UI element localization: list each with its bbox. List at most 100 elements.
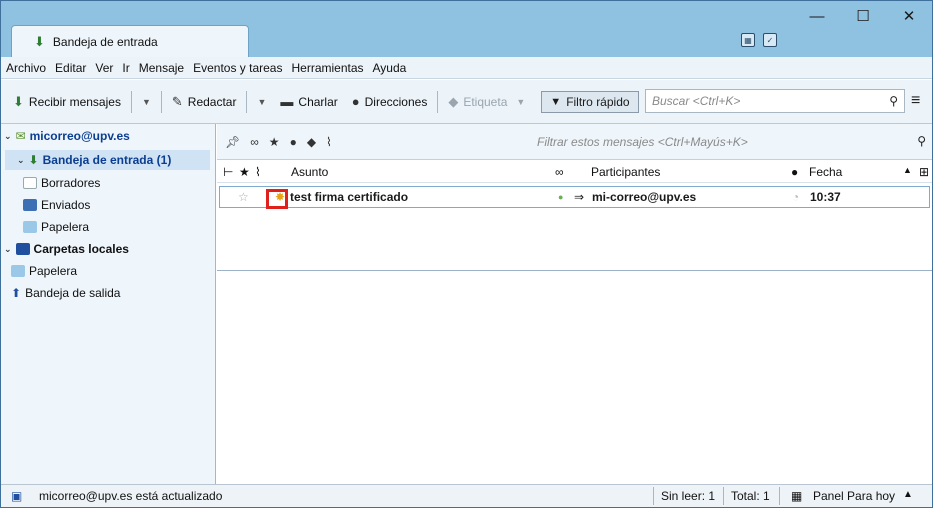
app-menu-icon[interactable]: ≡	[911, 92, 920, 110]
search-icon[interactable]: ⚲	[889, 94, 898, 108]
tasks-icon[interactable]: ✓	[763, 33, 777, 47]
message-date: 10:37	[810, 190, 841, 204]
message-participant: mi-correo@upv.es	[592, 190, 697, 204]
message-filter[interactable]: ⚲	[535, 131, 930, 153]
local-folders-label: Carpetas locales	[33, 242, 129, 256]
menu-mensaje[interactable]: Mensaje	[139, 61, 184, 75]
account-icon: ✉	[15, 129, 26, 143]
tab-title: Bandeja de entrada	[52, 35, 158, 49]
compose-dropdown[interactable]: ▼	[257, 97, 266, 107]
inbox-icon: ⬇	[28, 153, 39, 167]
status-bar: ▣ micorreo@upv.es está actualizado Sin l…	[1, 484, 932, 507]
inbox-icon: ⬇	[34, 34, 45, 49]
local-folders[interactable]: ⌄ Carpetas locales	[4, 242, 129, 256]
tag-icon: ◆	[448, 93, 459, 109]
chevron-up-icon[interactable]: ▲	[903, 489, 913, 500]
folder-outbox[interactable]: ⬆ Bandeja de salida	[11, 286, 120, 300]
unread-dot-icon[interactable]: ●	[558, 192, 563, 202]
get-messages-button[interactable]: ⬇ Recibir mensajes	[9, 91, 125, 113]
search-icon[interactable]: ⚲	[917, 134, 926, 148]
menu-editar[interactable]: Editar	[55, 61, 86, 75]
menu-ver[interactable]: Ver	[95, 61, 113, 75]
read-column-icon[interactable]: ∞	[555, 165, 564, 179]
main-toolbar: ⬇ Recibir mensajes ▼ ✎ Redactar ▼ ▬ Char…	[1, 80, 932, 124]
drafts-label: Borradores	[41, 176, 101, 190]
highlight-box	[266, 189, 288, 209]
address-book-button[interactable]: ● Direcciones	[348, 91, 432, 112]
account-micorreo[interactable]: ⌄ ✉ micorreo@upv.es	[4, 129, 130, 143]
tag-button[interactable]: ◆ Etiqueta ▼	[444, 91, 533, 113]
thunderbird-window: ⬇ Bandeja de entrada ▦ ✓ — ☐ ✕ Archivo E…	[0, 0, 933, 508]
tag-dropdown-icon: ▼	[516, 96, 526, 107]
folder-inbox[interactable]: ⌄ ⬇ Bandeja de entrada (1)	[5, 150, 210, 170]
get-messages-label: Recibir mensajes	[28, 94, 121, 109]
star-column-icon[interactable]: ★	[239, 165, 250, 179]
preview-splitter[interactable]	[217, 270, 932, 271]
thread-column-icon[interactable]: ⊢	[223, 165, 233, 179]
get-messages-dropdown[interactable]: ▼	[142, 97, 151, 107]
expand-icon[interactable]: ⌄	[17, 155, 25, 166]
search-input[interactable]	[652, 94, 904, 108]
menu-eventos[interactable]: Eventos y tareas	[193, 61, 282, 75]
unread-filter-icon[interactable]: ∞	[250, 135, 259, 149]
attachment-filter-icon[interactable]: ⌇	[326, 135, 332, 149]
today-pane-button[interactable]: Panel Para hoy	[813, 489, 895, 503]
sent-label: Enviados	[41, 198, 91, 212]
maximize-button[interactable]: ☐	[840, 1, 886, 31]
star-icon[interactable]: ☆	[238, 190, 249, 204]
close-button[interactable]: ✕	[886, 1, 932, 31]
contact-filter-icon[interactable]: ●	[290, 135, 297, 149]
account-label: micorreo@upv.es	[29, 129, 130, 143]
table-row[interactable]: ☆ ✸ test firma certificado ● ⇒ mi-correo…	[219, 186, 930, 208]
junk-status-icon[interactable]: ◔	[792, 190, 799, 204]
outbox-icon: ⬆	[11, 286, 22, 300]
compose-label: Redactar	[187, 94, 237, 109]
arrow-icon: ⇒	[574, 190, 585, 204]
message-subject: test firma certificado	[290, 190, 409, 204]
menu-ayuda[interactable]: Ayuda	[373, 61, 407, 75]
person-icon: ●	[351, 94, 360, 109]
compose-button[interactable]: ✎ Redactar	[168, 91, 241, 113]
calendar-icon[interactable]: ▦	[741, 33, 755, 47]
folder-sent[interactable]: Enviados	[23, 198, 90, 212]
menu-archivo[interactable]: Archivo	[6, 61, 46, 75]
global-search[interactable]: ⚲	[645, 89, 905, 113]
drafts-icon	[23, 177, 37, 189]
quick-filter-bar: 📌︎ ∞ ★ ● ◆ ⌇ ⚲	[217, 124, 932, 160]
computer-icon	[15, 243, 30, 255]
unread-count: Sin leer: 1	[661, 489, 716, 503]
menu-herramientas[interactable]: Herramientas	[291, 61, 363, 75]
menu-ir[interactable]: Ir	[122, 61, 129, 75]
minimize-button[interactable]: —	[794, 1, 840, 31]
tab-inbox[interactable]: ⬇ Bandeja de entrada	[11, 25, 249, 58]
column-participants[interactable]: Participantes	[591, 165, 660, 179]
filter-icon: ▼	[550, 95, 562, 108]
junk-column-icon[interactable]: ●	[791, 165, 798, 179]
quick-filter-label: Filtro rápido	[566, 94, 630, 109]
chat-button[interactable]: ▬ Charlar	[276, 91, 341, 112]
sort-ascending-icon[interactable]: ▲	[903, 165, 912, 175]
pencil-icon: ✎	[171, 93, 183, 109]
connection-icon: ▣	[11, 489, 23, 503]
menu-bar: Archivo Editar Ver Ir Mensaje Eventos y …	[1, 57, 932, 79]
calendar-icon: ▦	[791, 489, 803, 503]
folder-local-trash[interactable]: Papelera	[11, 264, 77, 278]
address-book-label: Direcciones	[364, 94, 428, 109]
attachment-column-icon[interactable]: ⌇	[255, 165, 261, 179]
star-filter-icon[interactable]: ★	[269, 135, 280, 149]
expand-icon[interactable]: ⌄	[4, 131, 12, 142]
folder-trash[interactable]: Papelera	[23, 220, 89, 234]
folder-drafts[interactable]: Borradores	[23, 176, 100, 190]
local-trash-label: Papelera	[29, 264, 78, 278]
trash-icon	[23, 221, 37, 233]
expand-icon[interactable]: ⌄	[4, 244, 12, 255]
column-date[interactable]: Fecha	[809, 165, 842, 179]
column-headers: ⊢ ★ ⌇ Asunto ∞ Participantes ● Fecha ▲ ⊞	[217, 161, 932, 183]
pin-icon[interactable]: 📌︎	[225, 135, 240, 149]
filter-input[interactable]	[537, 135, 930, 149]
tag-filter-icon[interactable]: ◆	[307, 135, 316, 149]
column-picker-icon[interactable]: ⊞	[919, 165, 929, 179]
sent-icon	[23, 199, 37, 211]
column-subject[interactable]: Asunto	[291, 165, 328, 179]
quick-filter-button[interactable]: ▼ Filtro rápido	[541, 90, 639, 113]
